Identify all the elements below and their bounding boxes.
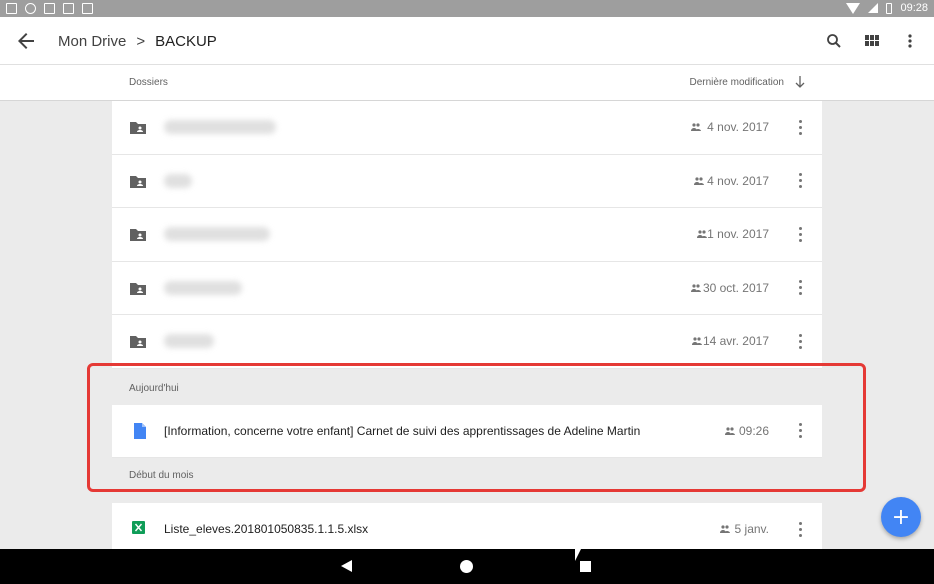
folder-row[interactable]: 14 avr. 2017: [112, 315, 822, 369]
breadcrumb-root[interactable]: Mon Drive: [58, 33, 126, 50]
sheet-icon: [132, 521, 145, 534]
clock: 09:28: [900, 2, 928, 14]
arrow-down-icon[interactable]: [794, 75, 806, 89]
shared-icon: [720, 525, 730, 533]
folder-row[interactable]: 30 oct. 2017: [112, 261, 822, 315]
shared-icon: [697, 230, 707, 238]
app-bar: Mon Drive > BACKUP: [0, 17, 934, 65]
folder-row[interactable]: 4 nov. 2017: [112, 154, 822, 208]
breadcrumb-current: BACKUP: [155, 33, 217, 50]
modified-date: 14 avr. 2017: [702, 334, 769, 348]
overflow-menu-button[interactable]: [898, 29, 922, 53]
modified-date: 5 janv.: [734, 522, 769, 536]
shared-icon: [725, 426, 735, 435]
section-label: Début du mois: [129, 470, 194, 481]
folder-name-redacted: [164, 120, 276, 134]
shared-folder-icon: [130, 122, 146, 134]
file-name: Liste_eleves.201801050835.1.1.5.xlsx: [164, 522, 369, 536]
shared-folder-icon: [130, 175, 146, 188]
modified-date: 1 nov. 2017: [707, 227, 769, 241]
back-button[interactable]: [14, 29, 38, 53]
status-bar: 09:28: [0, 0, 934, 17]
shared-folder-icon: [130, 336, 146, 348]
doc-icon: [134, 422, 146, 439]
section-label: Aujourd'hui: [129, 382, 179, 394]
modified-date: 09:26: [738, 423, 769, 438]
arrow-back-icon: [18, 33, 34, 49]
more-vert-icon: [908, 34, 912, 48]
wifi-icon: [846, 2, 861, 14]
more-options-button[interactable]: [796, 520, 804, 538]
folder-name-redacted: [164, 227, 270, 241]
sd-card-icon: [63, 3, 74, 14]
folder-row[interactable]: 4 nov. 2017: [112, 101, 822, 155]
section-header-today: Aujourd'hui: [112, 369, 822, 405]
app-notification-icon: [82, 3, 93, 14]
folders-header: Dossiers: [129, 77, 168, 88]
more-options-button[interactable]: [796, 225, 804, 243]
new-item-fab[interactable]: +: [881, 497, 921, 537]
shared-folder-icon: [130, 229, 146, 241]
folder-row[interactable]: 1 nov. 2017: [112, 208, 822, 262]
battery-icon: [886, 2, 893, 14]
signal-icon: [868, 3, 879, 13]
file-list: 4 nov. 2017 4 nov. 2017 1 nov. 2017 30 o…: [112, 101, 822, 557]
shared-folder-icon: [130, 282, 146, 295]
search-button[interactable]: [822, 29, 846, 53]
upload-icon: [44, 3, 55, 14]
more-options-button[interactable]: [796, 332, 804, 350]
file-name: [Information, concerne votre enfant] Car…: [164, 423, 641, 438]
more-options-button[interactable]: [796, 118, 804, 136]
breadcrumb: Mon Drive > BACKUP: [58, 33, 217, 50]
shared-icon: [694, 176, 704, 185]
more-options-button[interactable]: [796, 422, 804, 440]
breadcrumb-separator: >: [136, 33, 146, 50]
folder-name-redacted: [164, 173, 192, 188]
folder-name-redacted: [164, 280, 242, 295]
account-icon: [25, 3, 36, 14]
system-nav-bar: [0, 549, 934, 584]
folder-name-redacted: [164, 334, 214, 348]
search-icon: [827, 34, 841, 48]
section-header-month-start: Début du mois: [112, 458, 822, 495]
more-options-button[interactable]: [796, 279, 804, 297]
notification-icons: [6, 3, 93, 14]
shared-icon: [691, 283, 701, 292]
grid-view-button[interactable]: [860, 29, 884, 53]
nav-recents-button[interactable]: [580, 561, 591, 572]
nav-home-button[interactable]: [460, 560, 473, 573]
nav-back-button[interactable]: [341, 560, 352, 572]
grid-view-icon: [865, 35, 879, 46]
shared-icon: [691, 123, 701, 131]
shared-icon: [692, 337, 702, 345]
column-header: Dossiers Dernière modification: [0, 65, 934, 101]
file-row[interactable]: [Information, concerne votre enfant] Car…: [112, 404, 822, 458]
mouse-cursor-icon: [575, 547, 582, 561]
modified-date: 30 oct. 2017: [702, 280, 769, 295]
modified-date: 4 nov. 2017: [707, 173, 769, 188]
more-options-button[interactable]: [796, 172, 804, 190]
gallery-icon: [6, 3, 17, 14]
sort-by-modified[interactable]: Dernière modification: [690, 77, 785, 88]
modified-date: 4 nov. 2017: [707, 120, 769, 134]
